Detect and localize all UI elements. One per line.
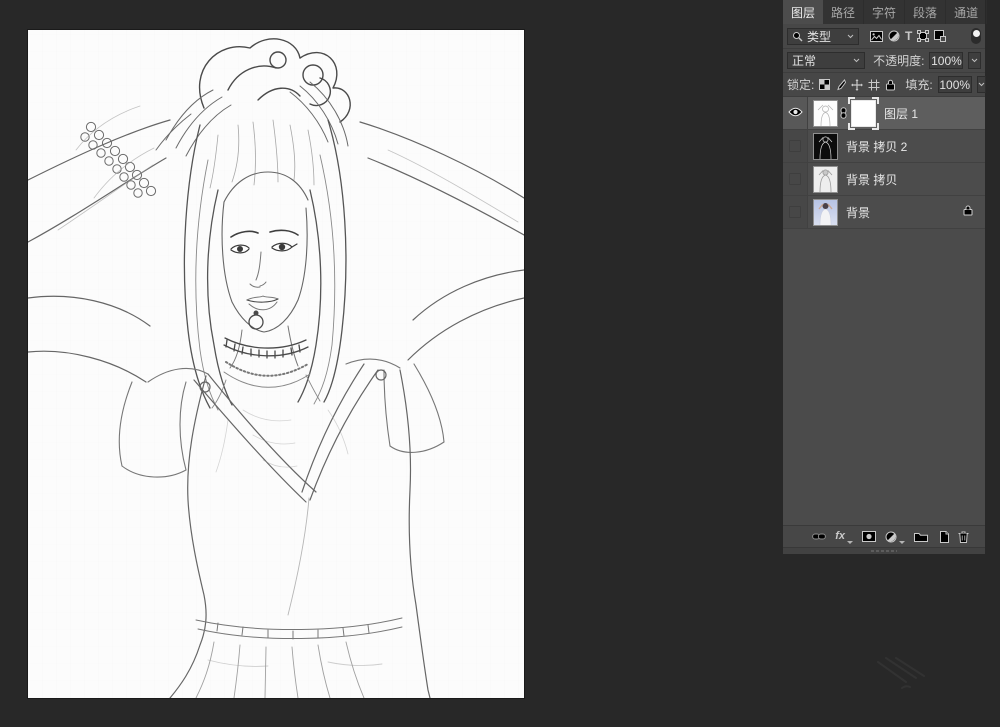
- new-adjustment-layer-icon[interactable]: [885, 531, 897, 543]
- lock-transparency-icon[interactable]: [819, 79, 830, 90]
- visibility-toggle[interactable]: [783, 163, 808, 195]
- fx-dropdown-arrow: [847, 541, 853, 544]
- layers-panel: 图层 路径 字符 段落 通道 类型 T: [783, 0, 985, 554]
- layer-name: 背景 拷贝: [846, 171, 985, 188]
- layer-row[interactable]: 背景 拷贝 2: [783, 130, 985, 163]
- layer-name: 背景: [846, 204, 963, 221]
- tab-character[interactable]: 字符: [864, 0, 905, 24]
- link-layers-icon[interactable]: [812, 532, 826, 541]
- filter-toggle-switch[interactable]: [971, 28, 981, 44]
- new-layer-icon[interactable]: [937, 531, 949, 543]
- layer-row[interactable]: 背景: [783, 196, 985, 229]
- visibility-empty-well: [789, 206, 801, 218]
- layer-list: 图层 1 背景 拷贝 2 背景 拷贝: [783, 97, 985, 229]
- pixel-layer-filter-icon[interactable]: [870, 31, 883, 42]
- lock-pixels-brush-icon[interactable]: [835, 79, 846, 91]
- layer-row[interactable]: 图层 1: [783, 97, 985, 130]
- layer-mask-thumbnail[interactable]: [851, 100, 876, 127]
- fill-label: 填充:: [905, 76, 932, 93]
- lock-all-padlock-icon[interactable]: [885, 79, 896, 91]
- visibility-toggle[interactable]: [783, 196, 808, 228]
- visibility-toggle[interactable]: [783, 97, 808, 129]
- layer-list-empty-area: [783, 229, 985, 525]
- search-icon: [792, 31, 803, 42]
- lock-label: 锁定:: [787, 76, 814, 93]
- layers-footer-toolbar: fx: [783, 525, 985, 547]
- layer-thumbnail[interactable]: [813, 166, 838, 193]
- layer-thumbnail[interactable]: [813, 100, 838, 127]
- new-group-folder-icon[interactable]: [914, 531, 928, 542]
- panel-tabbar: 图层 路径 字符 段落 通道: [783, 0, 985, 24]
- blend-mode-row: 正常 不透明度: 100%: [783, 49, 985, 73]
- tab-paragraph[interactable]: 段落: [905, 0, 946, 24]
- add-layer-mask-icon[interactable]: [862, 531, 876, 542]
- lock-position-move-icon[interactable]: [851, 79, 863, 91]
- type-layer-filter-icon[interactable]: T: [905, 29, 912, 43]
- adjustment-dropdown-arrow: [899, 541, 905, 544]
- layer-style-fx-icon[interactable]: fx: [835, 531, 845, 542]
- opacity-dropdown-button[interactable]: [968, 52, 981, 69]
- grip-dots: [871, 550, 897, 552]
- chevron-down-icon: [847, 34, 854, 39]
- layer-name: 图层 1: [884, 105, 985, 122]
- blend-mode-dropdown[interactable]: 正常: [787, 52, 865, 69]
- tab-channels[interactable]: 通道: [946, 0, 987, 24]
- opacity-value[interactable]: 100%: [929, 52, 963, 69]
- workspace-watermark: [872, 648, 938, 698]
- fill-dropdown-button[interactable]: [977, 76, 986, 93]
- filter-kind-dropdown[interactable]: 类型: [787, 28, 859, 45]
- chevron-down-icon: [853, 58, 860, 63]
- lock-artboard-icon[interactable]: [868, 79, 880, 91]
- delete-layer-trash-icon[interactable]: [958, 531, 969, 543]
- visibility-empty-well: [789, 173, 801, 185]
- sketch-artwork: [28, 30, 524, 698]
- visibility-empty-well: [789, 140, 801, 152]
- mask-link-chain-icon[interactable]: [839, 107, 848, 119]
- shape-layer-filter-icon[interactable]: [917, 30, 929, 42]
- tab-layers[interactable]: 图层: [783, 0, 823, 24]
- lock-row: 锁定: 填充: 100%: [783, 73, 985, 97]
- document-canvas[interactable]: [28, 30, 524, 698]
- fill-value[interactable]: 100%: [938, 76, 972, 93]
- layer-thumbnail[interactable]: [813, 199, 838, 226]
- smart-object-filter-icon[interactable]: [934, 30, 946, 42]
- opacity-label: 不透明度:: [873, 52, 924, 69]
- layer-thumbnail[interactable]: [813, 133, 838, 160]
- layer-name: 背景 拷贝 2: [846, 138, 985, 155]
- background-lock-icon: [963, 205, 973, 219]
- visibility-eye-icon: [788, 106, 803, 120]
- visibility-toggle[interactable]: [783, 130, 808, 162]
- layer-filter-row: 类型 T: [783, 24, 985, 49]
- panel-resize-grip[interactable]: [783, 547, 985, 554]
- photoshop-workspace: { "window": { "background": "#282828" },…: [0, 0, 1000, 727]
- tab-paths[interactable]: 路径: [823, 0, 864, 24]
- layer-row[interactable]: 背景 拷贝: [783, 163, 985, 196]
- adjustment-layer-filter-icon[interactable]: [888, 30, 900, 42]
